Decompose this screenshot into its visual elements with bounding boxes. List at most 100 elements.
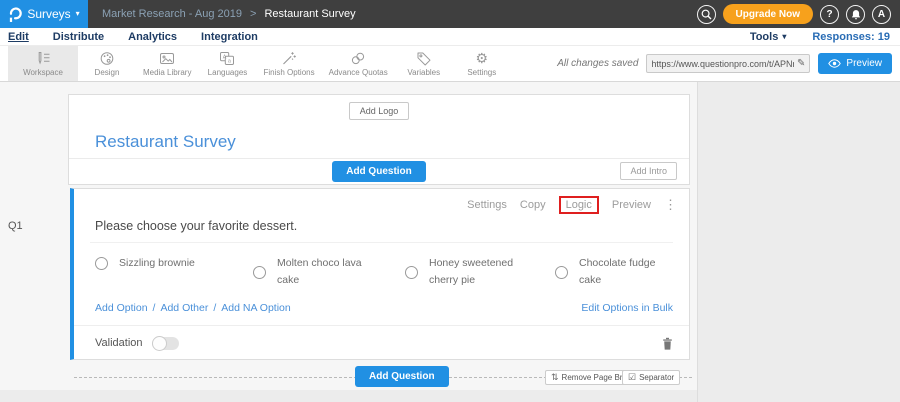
- add-intro-button[interactable]: Add Intro: [620, 162, 677, 180]
- pencil-icon[interactable]: ✎: [797, 58, 805, 69]
- answer-option: Sizzling brownie: [95, 255, 253, 272]
- question-text[interactable]: Please choose your favorite dessert.: [95, 219, 297, 233]
- avatar[interactable]: A: [872, 5, 891, 24]
- help-button[interactable]: ?: [820, 5, 839, 24]
- tab-distribute[interactable]: Distribute: [53, 31, 104, 43]
- option-label[interactable]: Chocolate fudge cake: [579, 255, 671, 289]
- question-copy-action[interactable]: Copy: [520, 199, 546, 211]
- toolbar-item-label: Languages: [208, 68, 248, 77]
- toggle-knob: [152, 336, 167, 351]
- question-settings-action[interactable]: Settings: [467, 199, 507, 211]
- toolbar-item-media-library[interactable]: Media Library: [136, 46, 198, 81]
- topbar-actions: Upgrade Now ? A: [697, 4, 900, 24]
- survey-header-card: Add Logo Restaurant Survey Add Question …: [68, 94, 690, 185]
- option-label[interactable]: Honey sweetened cherry pie: [429, 255, 521, 289]
- search-button[interactable]: [697, 5, 716, 24]
- eye-icon: [828, 59, 841, 68]
- add-option-link[interactable]: Add Option: [95, 302, 148, 314]
- page-break-icon: ⇅: [551, 373, 559, 382]
- breadcrumb-current: Restaurant Survey: [264, 8, 355, 20]
- survey-title[interactable]: Restaurant Survey: [95, 132, 236, 152]
- editor-toolbar: Workspace Design: [0, 46, 900, 82]
- survey-url-box: ✎: [646, 54, 810, 73]
- questionpro-logo-icon: [8, 6, 22, 23]
- add-question-button-bottom[interactable]: Add Question: [355, 366, 449, 387]
- validation-row: Validation: [95, 332, 673, 354]
- separator-toggle-button[interactable]: ☑ Separator: [622, 370, 680, 385]
- link-separator: /: [153, 302, 156, 314]
- question-preview-action[interactable]: Preview: [612, 199, 651, 211]
- toolbar-item-settings[interactable]: ⚙ Settings: [453, 46, 511, 81]
- translate-icon: A a: [219, 50, 235, 66]
- image-icon: [159, 50, 175, 66]
- notifications-button[interactable]: [846, 5, 865, 24]
- validation-label: Validation: [95, 337, 143, 349]
- breadcrumb-separator: >: [250, 8, 256, 20]
- answer-options: Sizzling brownie Molten choco lava cake …: [95, 255, 673, 289]
- surveys-product-menu[interactable]: Surveys ▾: [0, 0, 88, 28]
- option-label[interactable]: Molten choco lava cake: [277, 255, 369, 289]
- add-logo-button[interactable]: Add Logo: [349, 102, 410, 120]
- add-other-link[interactable]: Add Other: [160, 302, 208, 314]
- svg-text:A: A: [223, 54, 227, 60]
- toolbar-item-label: Workspace: [23, 68, 63, 77]
- toolbar-item-advance-quotas[interactable]: Advance Quotas: [322, 46, 395, 81]
- tab-analytics[interactable]: Analytics: [128, 31, 177, 43]
- delete-question-button[interactable]: [662, 337, 673, 350]
- toolbar-item-languages[interactable]: A a Languages: [198, 46, 256, 81]
- preview-button[interactable]: Preview: [818, 53, 892, 74]
- questionpro-survey-editor: Surveys ▾ Market Research - Aug 2019 > R…: [0, 0, 900, 402]
- page-footer-row: Add Question ⇅ Remove Page Break ☑ Separ…: [68, 366, 692, 390]
- header-bottom-row: Add Question Add Intro: [69, 159, 689, 184]
- toolbar-item-label: Design: [95, 68, 120, 77]
- radio-button[interactable]: [95, 257, 108, 270]
- toolbar-right: All changes saved ✎ Preview: [557, 46, 900, 81]
- toolbar-item-label: Media Library: [143, 68, 191, 77]
- question-card: Settings Copy Logic Preview ⋮ Please cho…: [70, 188, 690, 360]
- option-label[interactable]: Sizzling brownie: [119, 255, 195, 272]
- topbar: Surveys ▾ Market Research - Aug 2019 > R…: [0, 0, 900, 28]
- question-number: Q1: [8, 220, 23, 232]
- chain-links-icon: [350, 50, 366, 66]
- toolbar-item-workspace[interactable]: Workspace: [8, 46, 78, 81]
- add-question-button[interactable]: Add Question: [332, 161, 426, 182]
- magic-wand-icon: [281, 50, 297, 66]
- main-nav: Edit Distribute Analytics Integration To…: [0, 28, 900, 46]
- option-links-row: Add Option / Add Other / Add NA Option E…: [95, 302, 673, 314]
- trash-icon: [662, 337, 673, 350]
- survey-url-input[interactable]: [651, 59, 794, 69]
- toolbar-item-variables[interactable]: Variables: [395, 46, 453, 81]
- responses-count[interactable]: Responses: 19: [812, 31, 890, 43]
- tab-integration[interactable]: Integration: [201, 31, 258, 43]
- kebab-menu-icon[interactable]: ⋮: [664, 197, 677, 213]
- svg-text:a: a: [228, 58, 231, 64]
- toolbar-items: Workspace Design: [0, 46, 511, 81]
- tag-icon: [416, 50, 432, 66]
- tools-menu[interactable]: Tools ▾: [750, 31, 787, 43]
- toolbar-item-design[interactable]: Design: [78, 46, 136, 81]
- radio-button[interactable]: [253, 266, 266, 279]
- radio-button[interactable]: [555, 266, 568, 279]
- caret-down-icon: ▾: [76, 10, 80, 18]
- logo-row: Add Logo: [69, 95, 689, 126]
- divider: [90, 242, 673, 243]
- palette-icon: [99, 50, 115, 66]
- preview-label: Preview: [846, 58, 882, 69]
- breadcrumb-parent[interactable]: Market Research - Aug 2019: [102, 8, 242, 20]
- divider: [74, 325, 689, 326]
- question-logic-action[interactable]: Logic: [559, 196, 599, 214]
- workspace-icon: [35, 50, 51, 66]
- edit-options-in-bulk-link[interactable]: Edit Options in Bulk: [581, 302, 673, 314]
- bell-icon: [851, 9, 861, 20]
- toolbar-item-finish-options[interactable]: Finish Options: [256, 46, 321, 81]
- validation-toggle[interactable]: [152, 337, 179, 350]
- radio-button[interactable]: [405, 266, 418, 279]
- add-na-option-link[interactable]: Add NA Option: [221, 302, 290, 314]
- answer-option: Chocolate fudge cake: [555, 255, 673, 289]
- caret-down-icon: ▾: [782, 33, 786, 41]
- upgrade-now-button[interactable]: Upgrade Now: [723, 4, 813, 24]
- checkbox-checked-icon: ☑: [628, 373, 636, 382]
- tab-edit[interactable]: Edit: [8, 31, 29, 43]
- toolbar-item-label: Variables: [407, 68, 440, 77]
- link-separator: /: [213, 302, 216, 314]
